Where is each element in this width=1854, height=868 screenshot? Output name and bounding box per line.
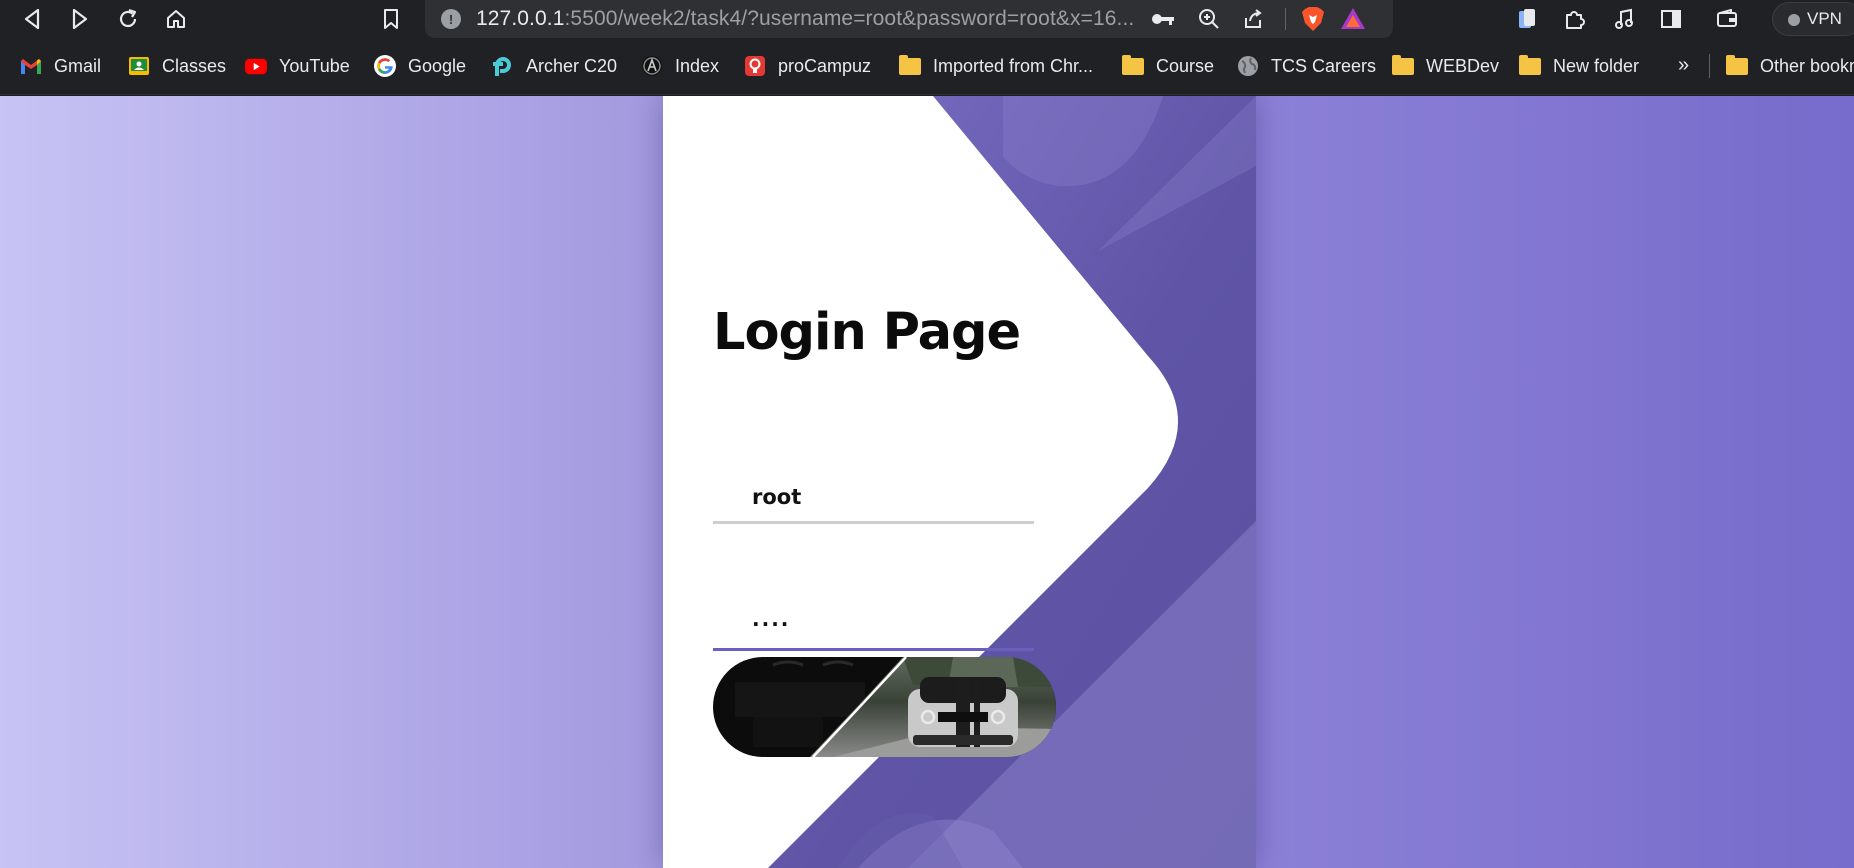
folder-icon xyxy=(1726,54,1748,77)
tplink-icon xyxy=(492,55,514,77)
sidebar-icon[interactable] xyxy=(1657,5,1685,33)
music-icon[interactable] xyxy=(1610,5,1638,33)
bookmark-archer-c20[interactable]: Archer C20 xyxy=(492,52,617,80)
folder-icon xyxy=(1122,54,1144,77)
bookmarks-bar: Gmail Classes YouTube Google Archer C20 … xyxy=(0,38,1854,95)
bookmark-label: Archer C20 xyxy=(526,55,618,76)
page-viewport: Login Page root ···· xyxy=(0,96,1854,868)
bookmark-label: WEBDev xyxy=(1426,55,1500,76)
index-icon xyxy=(641,55,663,77)
bookmark-tcs-careers[interactable]: TCS Careers xyxy=(1237,52,1376,80)
zoom-icon[interactable] xyxy=(1195,5,1223,33)
extensions-icon[interactable] xyxy=(1560,5,1588,33)
folder-icon xyxy=(899,54,921,77)
bookmark-label: Other bookmarks xyxy=(1760,55,1854,76)
globe-icon xyxy=(1237,55,1259,77)
back-icon[interactable] xyxy=(18,5,46,33)
bookmark-label: proCampuz xyxy=(778,55,872,76)
reload-icon[interactable] xyxy=(114,5,142,33)
bookmark-procampuz[interactable]: proCampuz xyxy=(744,52,871,80)
bookmark-folder-imported[interactable]: Imported from Chr... xyxy=(899,52,1093,80)
browser-toolbar: ! 127.0.0.1:5500/week2/task4/?username=r… xyxy=(0,0,1854,38)
url-host: 127.0.0.1 xyxy=(476,7,565,30)
vpn-button[interactable]: VPN xyxy=(1772,2,1854,36)
bookmark-folder-new[interactable]: New folder xyxy=(1519,52,1639,80)
youtube-icon xyxy=(245,55,267,77)
folder-icon xyxy=(1392,54,1414,77)
google-icon xyxy=(374,55,396,77)
gmail-icon xyxy=(20,55,42,77)
folder-icon xyxy=(1519,54,1541,77)
bookmark-label: Index xyxy=(675,55,720,76)
url-path: :5500/week2/task4/?username=root&passwor… xyxy=(564,7,1135,30)
bookmark-folder-course[interactable]: Course xyxy=(1122,52,1214,80)
brave-rewards-icon[interactable] xyxy=(1339,5,1367,33)
bookmark-index[interactable]: Index xyxy=(641,52,719,80)
url-separator xyxy=(1285,8,1286,30)
page-title: Login Page xyxy=(713,303,1021,362)
bookmark-label: YouTube xyxy=(279,55,350,76)
url-text[interactable]: 127.0.0.1:5500/week2/task4/?username=roo… xyxy=(476,7,1134,31)
bookmark-label: New folder xyxy=(1553,55,1640,76)
vpn-status-icon xyxy=(1788,14,1800,26)
classroom-icon xyxy=(128,55,150,77)
bookmark-youtube[interactable]: YouTube xyxy=(245,52,350,80)
bookmark-classes[interactable]: Classes xyxy=(128,52,226,80)
share-icon[interactable] xyxy=(1239,5,1267,33)
bookmarks-divider xyxy=(1709,54,1710,78)
password-value: ···· xyxy=(752,612,791,636)
procampuz-icon xyxy=(744,55,766,77)
username-input[interactable]: root xyxy=(713,464,1034,524)
bookmark-icon[interactable] xyxy=(377,5,405,33)
bookmark-google[interactable]: Google xyxy=(374,52,466,80)
login-card: Login Page root ···· xyxy=(663,96,1256,868)
info-icon[interactable]: ! xyxy=(441,9,461,29)
address-bar[interactable]: ! 127.0.0.1:5500/week2/task4/?username=r… xyxy=(425,0,1393,38)
vpn-label: VPN xyxy=(1807,9,1842,28)
car-image xyxy=(713,657,1056,757)
bookmark-folder-webdev[interactable]: WEBDev xyxy=(1392,52,1499,80)
bookmark-label: TCS Careers xyxy=(1271,55,1377,76)
bookmark-label: Course xyxy=(1156,55,1215,76)
username-value: root xyxy=(752,485,802,509)
login-button[interactable] xyxy=(713,657,1056,757)
brave-shield-icon[interactable] xyxy=(1299,5,1327,33)
forward-icon[interactable] xyxy=(66,5,94,33)
crypto-wallet-icon[interactable] xyxy=(1713,5,1741,33)
bookmark-other-bookmarks[interactable]: Other bookmarks xyxy=(1726,52,1854,80)
key-icon[interactable] xyxy=(1149,5,1177,33)
password-input[interactable]: ···· xyxy=(713,591,1034,651)
home-icon[interactable] xyxy=(162,5,190,33)
bookmark-label: Imported from Chr... xyxy=(933,55,1094,76)
bookmarks-overflow-button[interactable]: » xyxy=(1678,54,1689,77)
bookmark-label: Google xyxy=(408,55,467,76)
bookmark-label: Classes xyxy=(162,55,227,76)
bookmark-gmail[interactable]: Gmail xyxy=(20,52,101,80)
bookmark-label: Gmail xyxy=(54,55,102,76)
wallet-icon[interactable] xyxy=(1513,5,1541,33)
